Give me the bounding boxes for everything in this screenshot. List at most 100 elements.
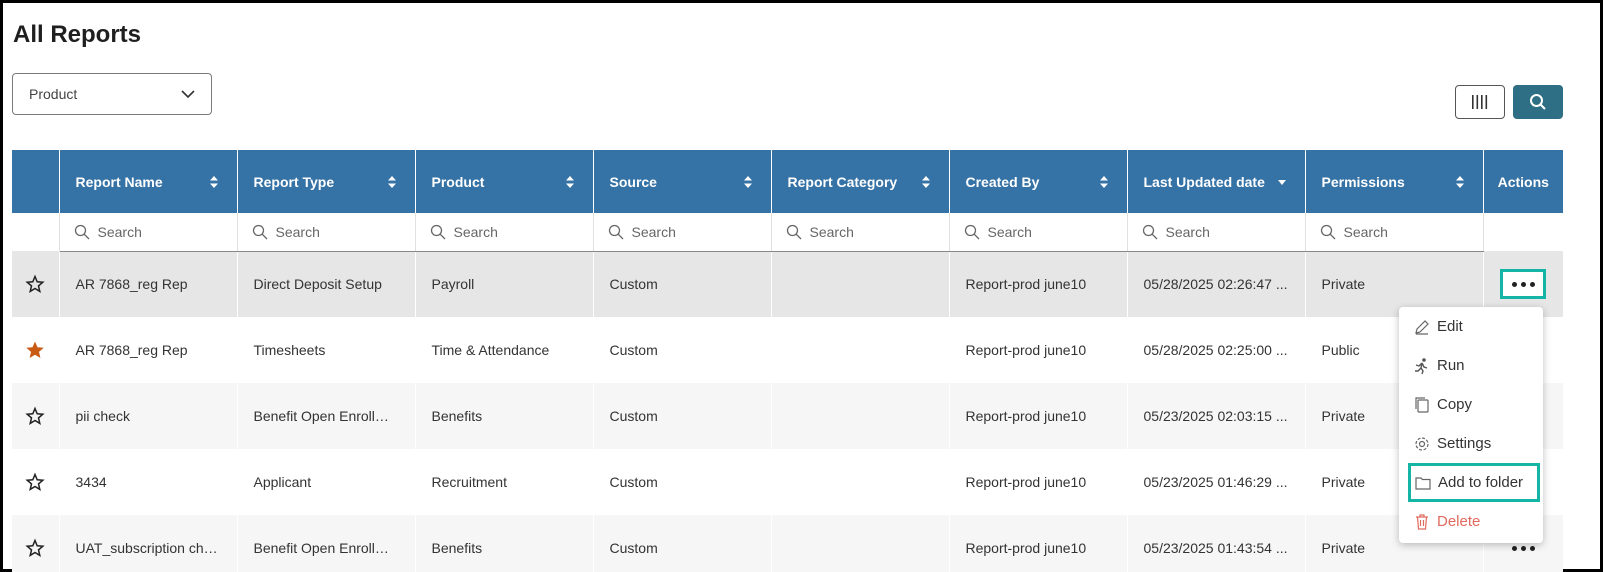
- table-row[interactable]: AR 7868_reg Rep Direct Deposit Setup Payro…: [12, 251, 1563, 317]
- column-header-source[interactable]: Source: [593, 150, 772, 213]
- table-row[interactable]: pii check Benefit Open Enrollme... Benefit…: [12, 383, 1563, 449]
- sort-icon[interactable]: [1455, 174, 1465, 190]
- column-header-report-name[interactable]: Report Name: [59, 150, 238, 213]
- filter-last-updated-date[interactable]: Search: [1127, 213, 1306, 252]
- filter-source[interactable]: Search: [593, 213, 772, 252]
- sort-icon[interactable]: [921, 174, 931, 190]
- column-header-label: Product: [431, 173, 485, 190]
- sort-icon[interactable]: [1099, 174, 1109, 190]
- column-header-created-by[interactable]: Created By: [949, 150, 1128, 213]
- more-actions-button[interactable]: [1500, 269, 1546, 299]
- table-row[interactable]: UAT_subscription check Benefit Open Enrol…: [12, 515, 1563, 572]
- search-field[interactable]: Search: [428, 224, 581, 240]
- cell-name: AR 7868_reg Rep: [59, 317, 238, 383]
- cell-updated: 05/23/2025 01:43:54 ...: [1127, 515, 1306, 572]
- cell-updated: 05/28/2025 02:25:00 ...: [1127, 317, 1306, 383]
- sort-icon[interactable]: [565, 174, 575, 190]
- filter-report-category[interactable]: Search: [771, 213, 950, 252]
- folder-icon: [1415, 476, 1431, 490]
- columns-icon: [1472, 95, 1488, 109]
- menu-item-settings-label: Settings: [1437, 435, 1492, 452]
- menu-item-delete[interactable]: Delete: [1399, 502, 1543, 541]
- search-placeholder: Search: [275, 223, 320, 240]
- trash-icon: [1416, 513, 1428, 530]
- column-header-actions: Actions: [1483, 150, 1563, 213]
- chevron-down-icon: [181, 90, 195, 99]
- filter-report-type[interactable]: Search: [237, 213, 416, 252]
- cell-created-by: Report-prod june10: [949, 383, 1128, 449]
- filter-permissions[interactable]: Search: [1305, 213, 1484, 252]
- search-icon: [608, 224, 623, 240]
- filter-created-by[interactable]: Search: [949, 213, 1128, 252]
- favorite-cell[interactable]: [12, 251, 60, 317]
- more-dot: [1511, 281, 1517, 287]
- sort-desc-icon[interactable]: [1277, 174, 1287, 190]
- search-field[interactable]: Search: [784, 224, 937, 240]
- search-icon: [74, 224, 89, 240]
- search-button[interactable]: [1513, 85, 1563, 119]
- search-field[interactable]: Search: [606, 224, 759, 240]
- column-header-report-category[interactable]: Report Category: [771, 150, 950, 213]
- search-icon: [252, 224, 267, 240]
- search-placeholder: Search: [453, 223, 498, 240]
- column-header-report-type[interactable]: Report Type: [237, 150, 416, 213]
- filter-product[interactable]: Search: [415, 213, 594, 252]
- pencil-icon: [1415, 319, 1429, 335]
- search-icon: [1320, 224, 1335, 240]
- more-dot: [1520, 281, 1526, 287]
- star-outline-icon[interactable]: [25, 406, 45, 426]
- cell-created-by: Report-prod june10: [949, 317, 1128, 383]
- column-header-last-updated-date[interactable]: Last Updated date: [1127, 150, 1306, 213]
- favorite-cell[interactable]: [12, 449, 60, 515]
- search-icon: [1530, 94, 1546, 110]
- search-field[interactable]: Search: [1140, 224, 1293, 240]
- cell-source: Custom: [593, 515, 772, 572]
- cell-product: Benefits: [415, 515, 594, 572]
- star-filled-icon[interactable]: [25, 340, 45, 360]
- search-field[interactable]: Search: [250, 224, 403, 240]
- favorite-cell[interactable]: [12, 383, 60, 449]
- menu-item-copy[interactable]: Copy: [1399, 385, 1543, 424]
- cell-product: Recruitment: [415, 449, 594, 515]
- star-outline-icon[interactable]: [25, 274, 45, 294]
- search-field[interactable]: Search: [72, 224, 225, 240]
- search-field[interactable]: Search: [962, 224, 1115, 240]
- filter-report-name[interactable]: Search: [59, 213, 238, 252]
- cell-category: [771, 383, 950, 449]
- favorite-cell[interactable]: [12, 317, 60, 383]
- column-header-label: Permissions: [1321, 173, 1405, 190]
- menu-item-delete-label: Delete: [1437, 513, 1481, 530]
- sort-icon[interactable]: [743, 174, 753, 190]
- more-dot: [1520, 545, 1526, 551]
- more-dot: [1529, 545, 1535, 551]
- cell-updated: 05/23/2025 01:46:29 ...: [1127, 449, 1306, 515]
- search-placeholder: Search: [97, 223, 142, 240]
- menu-item-settings[interactable]: Settings: [1399, 424, 1543, 463]
- reports-table: Report Name Report Type Product Source Repor…: [12, 150, 1563, 572]
- sort-icon[interactable]: [387, 174, 397, 190]
- menu-item-edit[interactable]: Edit: [1399, 307, 1543, 346]
- cell-name: UAT_subscription check: [59, 515, 238, 572]
- table-row[interactable]: 3434 Applicant Recruitment Custom Report-pro…: [12, 449, 1563, 515]
- star-outline-icon[interactable]: [25, 538, 45, 558]
- product-filter-dropdown[interactable]: Product: [12, 73, 212, 115]
- menu-item-add-to-folder[interactable]: Add to folder: [1408, 463, 1540, 502]
- column-chooser-button[interactable]: [1455, 85, 1505, 119]
- menu-item-run-label: Run: [1437, 357, 1465, 374]
- search-field[interactable]: Search: [1318, 224, 1471, 240]
- column-header-permissions[interactable]: Permissions: [1305, 150, 1484, 213]
- cell-category: [771, 449, 950, 515]
- page-title: All Reports: [13, 21, 142, 48]
- sort-icon[interactable]: [209, 174, 219, 190]
- table-row[interactable]: AR 7868_reg Rep Timesheets Time & Attendan…: [12, 317, 1563, 383]
- menu-item-run[interactable]: Run: [1399, 346, 1543, 385]
- filter-actions-empty: [1483, 213, 1563, 251]
- search-placeholder: Search: [809, 223, 854, 240]
- cell-category: [771, 515, 950, 572]
- search-placeholder: Search: [631, 223, 676, 240]
- favorite-cell[interactable]: [12, 515, 60, 572]
- menu-item-edit-label: Edit: [1437, 318, 1463, 335]
- column-header-product[interactable]: Product: [415, 150, 594, 213]
- cell-product: Benefits: [415, 383, 594, 449]
- star-outline-icon[interactable]: [25, 472, 45, 492]
